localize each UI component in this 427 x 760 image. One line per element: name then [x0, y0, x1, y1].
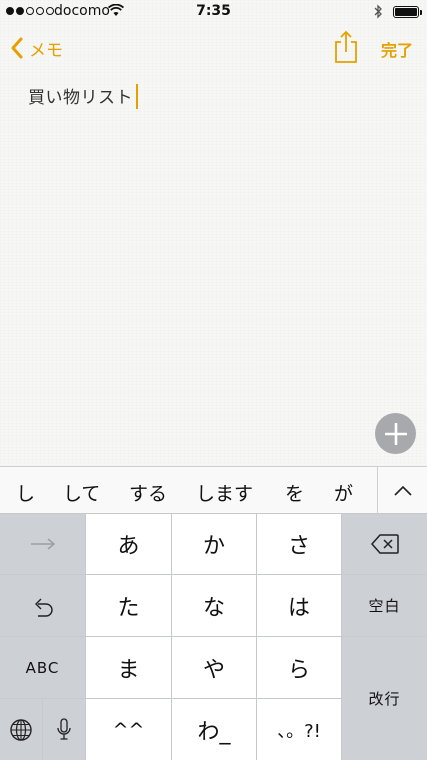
note-text: 買い物リスト [28, 88, 133, 108]
share-button[interactable] [333, 30, 359, 68]
keyboard: あ か さ た な は 空白 ABC ま や ら 改行 ^^ わ_ 、。?! [0, 514, 427, 760]
globe-key[interactable] [0, 699, 42, 760]
key-ha[interactable]: は [257, 575, 341, 636]
abc-key-label: ABC [25, 658, 60, 677]
key-ka[interactable]: か [172, 514, 256, 574]
delete-icon [370, 534, 399, 554]
space-key[interactable]: 空白 [342, 575, 427, 636]
globe-icon [10, 718, 32, 741]
key-dakuten[interactable]: ^^ [86, 699, 171, 760]
note-text-area[interactable]: 買い物リスト [28, 83, 138, 111]
key-ra[interactable]: ら [257, 637, 341, 698]
candidate-4[interactable]: します [196, 479, 253, 506]
cursor-right-key[interactable] [0, 514, 85, 574]
key-ya[interactable]: や [172, 637, 256, 698]
chevron-left-icon [11, 37, 23, 59]
undo-key[interactable] [0, 575, 85, 636]
key-wa[interactable]: わ_ [172, 699, 256, 760]
candidate-bar: し して する します を が [0, 466, 427, 514]
mic-icon [57, 717, 71, 740]
key-dakuten-label: ^^ [112, 718, 145, 741]
back-button-label: メモ [29, 40, 63, 61]
key-punctuation[interactable]: 、。?! [257, 699, 341, 760]
text-caret [136, 83, 138, 109]
candidate-1[interactable]: し [16, 479, 35, 506]
key-sa[interactable]: さ [257, 514, 341, 574]
key-ma[interactable]: ま [86, 637, 171, 698]
undo-icon [34, 598, 53, 617]
abc-key[interactable]: ABC [0, 637, 85, 698]
battery-icon [393, 6, 422, 18]
candidate-6[interactable]: が [334, 479, 353, 506]
plus-icon [384, 422, 407, 445]
share-icon [335, 30, 357, 63]
clock: 7:35 [196, 3, 231, 19]
return-key[interactable]: 改行 [342, 637, 427, 760]
arrow-right-icon [30, 538, 55, 550]
navigation-bar: メモ 完了 [0, 24, 427, 70]
status-bar: docomo 7:35 [0, 0, 427, 24]
key-punctuation-label: 、。?! [277, 720, 321, 742]
expand-candidates-button[interactable] [377, 467, 427, 514]
bluetooth-icon [374, 4, 383, 23]
add-attachment-button[interactable] [375, 413, 416, 454]
dictation-key[interactable] [43, 699, 85, 760]
done-button[interactable]: 完了 [381, 37, 413, 61]
key-ta[interactable]: た [86, 575, 171, 636]
return-key-label: 改行 [368, 690, 401, 708]
back-button[interactable]: メモ [10, 34, 63, 62]
candidate-5[interactable]: を [285, 479, 304, 506]
key-a[interactable]: あ [86, 514, 171, 574]
space-key-label: 空白 [368, 597, 401, 615]
key-wa-label: わ_ [197, 719, 231, 745]
candidate-2[interactable]: して [63, 479, 100, 506]
delete-key[interactable] [342, 514, 427, 574]
key-na[interactable]: な [172, 575, 256, 636]
chevron-up-icon [393, 485, 412, 496]
candidate-3[interactable]: する [129, 479, 167, 506]
